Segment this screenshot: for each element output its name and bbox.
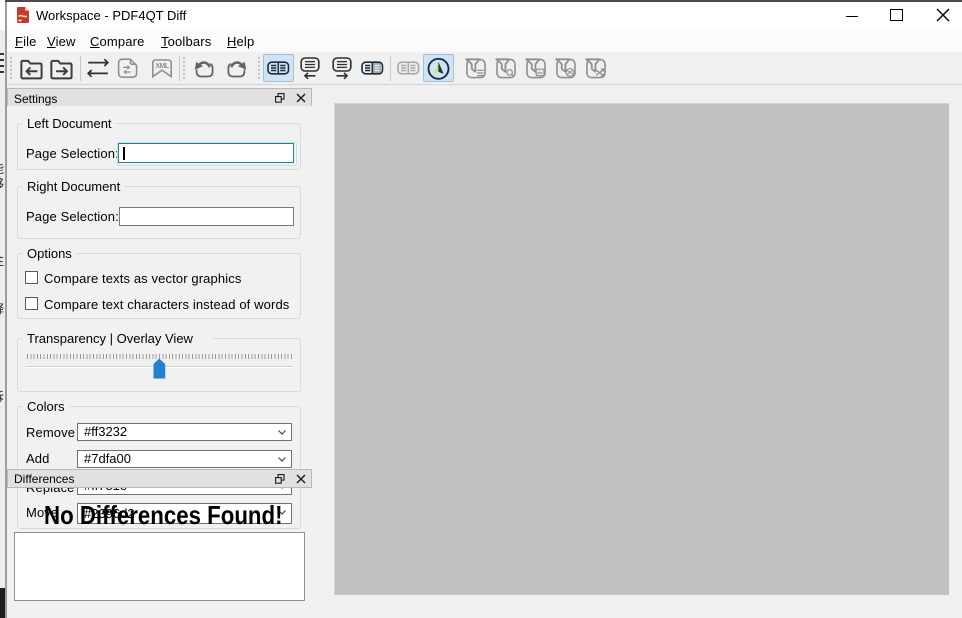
- svg-text:XML: XML: [155, 63, 170, 70]
